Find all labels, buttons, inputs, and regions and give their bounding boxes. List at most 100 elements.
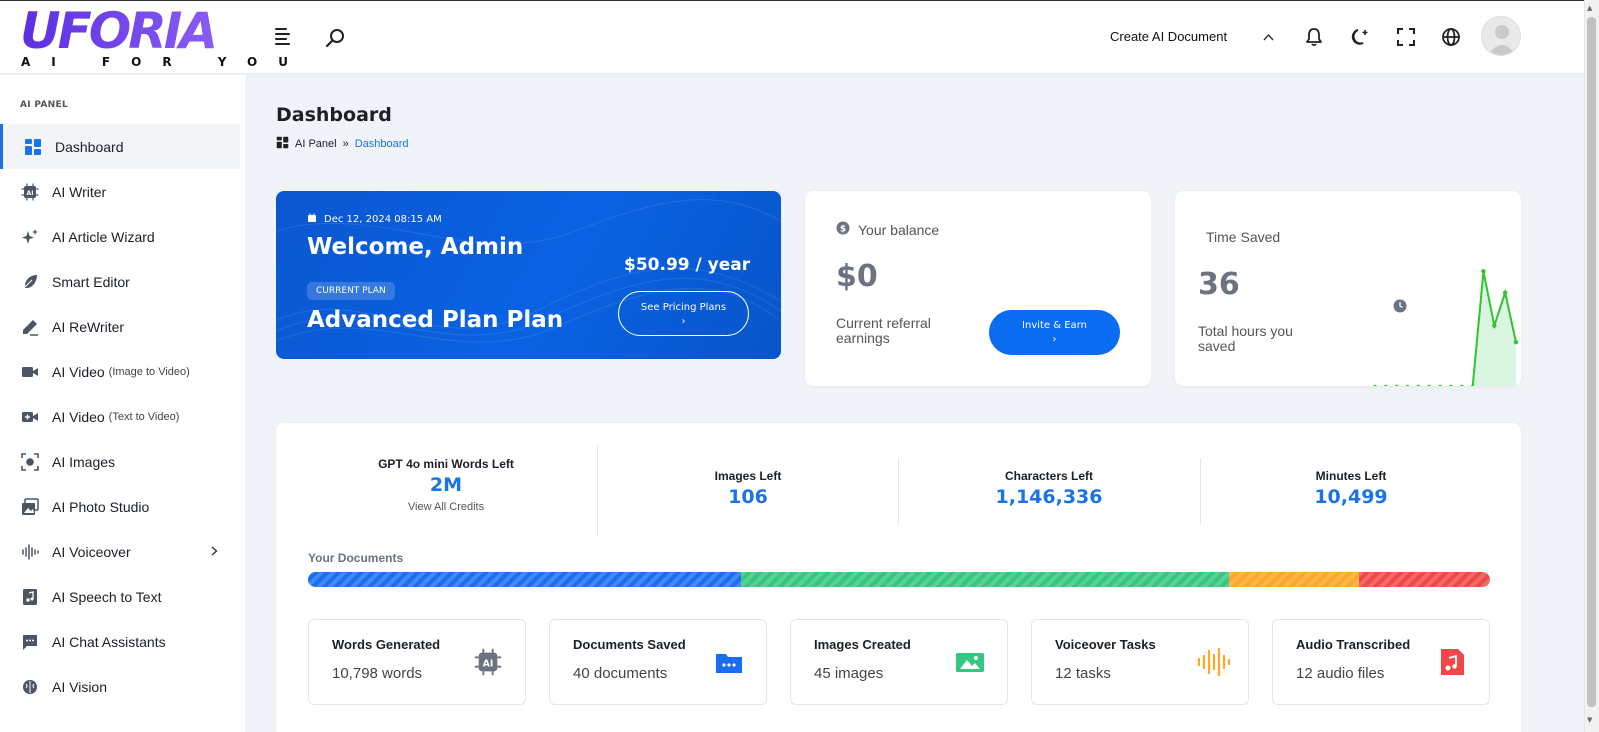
sidebar-item-ai-photo-studio[interactable]: AI Photo Studio <box>0 484 240 529</box>
stat-value: 2M <box>429 474 463 496</box>
see-pricing-plans-button[interactable]: See Pricing Plans › <box>618 291 749 336</box>
mini-card-title: Images Created <box>814 637 911 652</box>
time-saved-description: Total hours you saved <box>1198 323 1293 354</box>
sidebar-item-label: AI Speech to Text <box>52 588 162 605</box>
scrollbar-thumb[interactable] <box>1587 17 1596 707</box>
sidebar-item-ai-voiceover[interactable]: AI Voiceover <box>0 529 240 574</box>
ai-chip-icon: AI <box>20 182 40 202</box>
video-plus-icon <box>20 407 40 427</box>
documents-bar-segment <box>740 572 1229 587</box>
stat-characters-left: Characters Left 1,146,336 <box>949 469 1149 508</box>
mini-card-value: 45 images <box>814 665 884 682</box>
chevron-right-icon[interactable] <box>211 545 218 559</box>
documents-bar-segment <box>1228 572 1359 587</box>
sparkline-point <box>1416 384 1421 386</box>
sidebar-item-ai-chat-assistants[interactable]: AI Chat Assistants <box>0 619 240 664</box>
sidebar-item-ai-video-text[interactable]: AI Video (Text to Video) <box>0 394 240 439</box>
chevron-up-icon[interactable] <box>1263 31 1274 44</box>
plan-name: Advanced Plan Plan <box>307 307 564 333</box>
sidebar-item-label: AI ReWriter <box>52 318 125 335</box>
music-file-icon <box>20 587 40 607</box>
dollar-coin-icon: $ <box>836 221 850 238</box>
sidebar-item-label: Dashboard <box>55 138 124 155</box>
stat-value: 10,499 <box>1314 486 1388 508</box>
sidebar: AI PANEL Dashboard AI AI Writer AI Artic… <box>0 75 245 732</box>
sidebar-item-ai-writer[interactable]: AI AI Writer <box>0 169 240 214</box>
stat-divider <box>898 458 899 524</box>
mini-card-title: Words Generated <box>332 637 441 652</box>
welcome-plan-card: Dec 12, 2024 08:15 AM Welcome, Admin CUR… <box>276 191 781 359</box>
sidebar-item-label: AI Article Wizard <box>52 228 155 245</box>
sidebar-item-label: AI Vision <box>52 678 107 695</box>
sidebar-item-ai-article-wizard[interactable]: AI Article Wizard <box>0 214 240 259</box>
photos-icon <box>20 497 40 517</box>
invite-earn-button[interactable]: Invite & Earn › <box>989 310 1120 355</box>
image-scan-icon <box>20 452 40 472</box>
image-icon <box>956 648 984 676</box>
fullscreen-icon[interactable] <box>1395 26 1417 48</box>
plan-price: $50.99 / year <box>624 255 751 275</box>
button-label: See Pricing Plans <box>640 302 727 313</box>
sparkline-point <box>1427 384 1432 386</box>
time-saved-label-text: Time Saved <box>1206 229 1281 245</box>
your-documents-label: Your Documents <box>308 551 404 565</box>
audio-transcribed-card: Audio Transcribed 12 audio files <box>1272 619 1490 705</box>
scroll-up-arrow-icon[interactable]: ▲ <box>1587 4 1592 12</box>
sparkline-point <box>1383 384 1388 386</box>
breadcrumb-separator: » <box>342 138 349 150</box>
user-avatar[interactable] <box>1481 16 1521 56</box>
sparkline-point <box>1394 384 1399 386</box>
sparkline-point <box>1448 384 1453 386</box>
logo-wordmark-graphic: UFORIA <box>20 2 218 60</box>
balance-card: $ Your balance $0 Current referral earni… <box>805 191 1151 386</box>
feather-icon <box>20 272 40 292</box>
uforia-logo[interactable]: UFORIA AI FOR YOU <box>20 2 288 69</box>
documents-progress-bar <box>308 572 1490 587</box>
chat-icon <box>20 632 40 652</box>
sidebar-item-ai-video-image[interactable]: AI Video (Image to Video) <box>0 349 240 394</box>
credits-stats-card: GPT 4o mini Words Left 2M View All Credi… <box>276 423 1521 732</box>
sidebar-item-label: AI Photo Studio <box>52 498 150 515</box>
date-text: Dec 12, 2024 08:15 AM <box>324 214 442 225</box>
sidebar-item-label: AI Video <box>52 363 105 380</box>
dashboard-icon <box>276 136 289 152</box>
dark-mode-moon-icon[interactable] <box>1349 26 1371 48</box>
sidebar-item-smart-editor[interactable]: Smart Editor <box>0 259 240 304</box>
sparkline-point <box>1481 269 1486 274</box>
menu-toggle-icon[interactable] <box>275 28 293 46</box>
balance-label: $ Your balance <box>836 221 939 238</box>
scroll-down-arrow-icon[interactable]: ▼ <box>1587 716 1592 724</box>
chevron-right-icon: › <box>1052 334 1057 345</box>
search-icon[interactable] <box>325 27 347 49</box>
svg-text:AI: AI <box>27 190 34 197</box>
breadcrumb-dashboard[interactable]: Dashboard <box>355 138 409 150</box>
sidebar-heading: AI PANEL <box>20 100 68 110</box>
sparkline-point <box>1459 384 1464 386</box>
globe-icon[interactable] <box>1440 26 1462 48</box>
mini-card-value: 10,798 words <box>332 665 423 682</box>
sidebar-item-ai-vision[interactable]: AI Vision <box>0 664 240 709</box>
stat-images-left: Images Left 106 <box>648 469 848 508</box>
stat-divider <box>597 446 598 536</box>
sidebar-item-label: AI Video <box>52 408 105 425</box>
sidebar-item-label: AI Chat Assistants <box>52 633 166 650</box>
stat-divider <box>1200 458 1201 524</box>
waveform-icon <box>1197 647 1231 677</box>
breadcrumb-ai-panel[interactable]: AI Panel <box>295 138 337 150</box>
dashboard-icon <box>23 137 43 157</box>
brain-icon <box>20 677 40 697</box>
create-ai-document-button[interactable]: Create AI Document <box>1110 29 1227 44</box>
sidebar-item-dashboard[interactable]: Dashboard <box>0 124 240 169</box>
mini-card-value: 40 documents <box>573 665 668 682</box>
current-plan-badge: CURRENT PLAN <box>307 282 395 300</box>
stat-words-left: GPT 4o mini Words Left 2M View All Credi… <box>346 457 546 513</box>
documents-saved-card: Documents Saved 40 documents <box>549 619 767 705</box>
sidebar-item-ai-images[interactable]: AI Images <box>0 439 240 484</box>
view-all-credits-link[interactable]: View All Credits <box>346 501 546 513</box>
sidebar-item-ai-speech-to-text[interactable]: AI Speech to Text <box>0 574 240 619</box>
folder-icon <box>715 648 743 676</box>
stat-value: 1,146,336 <box>995 486 1103 508</box>
bell-icon[interactable] <box>1303 26 1325 48</box>
documents-bar-segment <box>1358 572 1490 587</box>
sidebar-item-ai-rewriter[interactable]: AI ReWriter <box>0 304 240 349</box>
